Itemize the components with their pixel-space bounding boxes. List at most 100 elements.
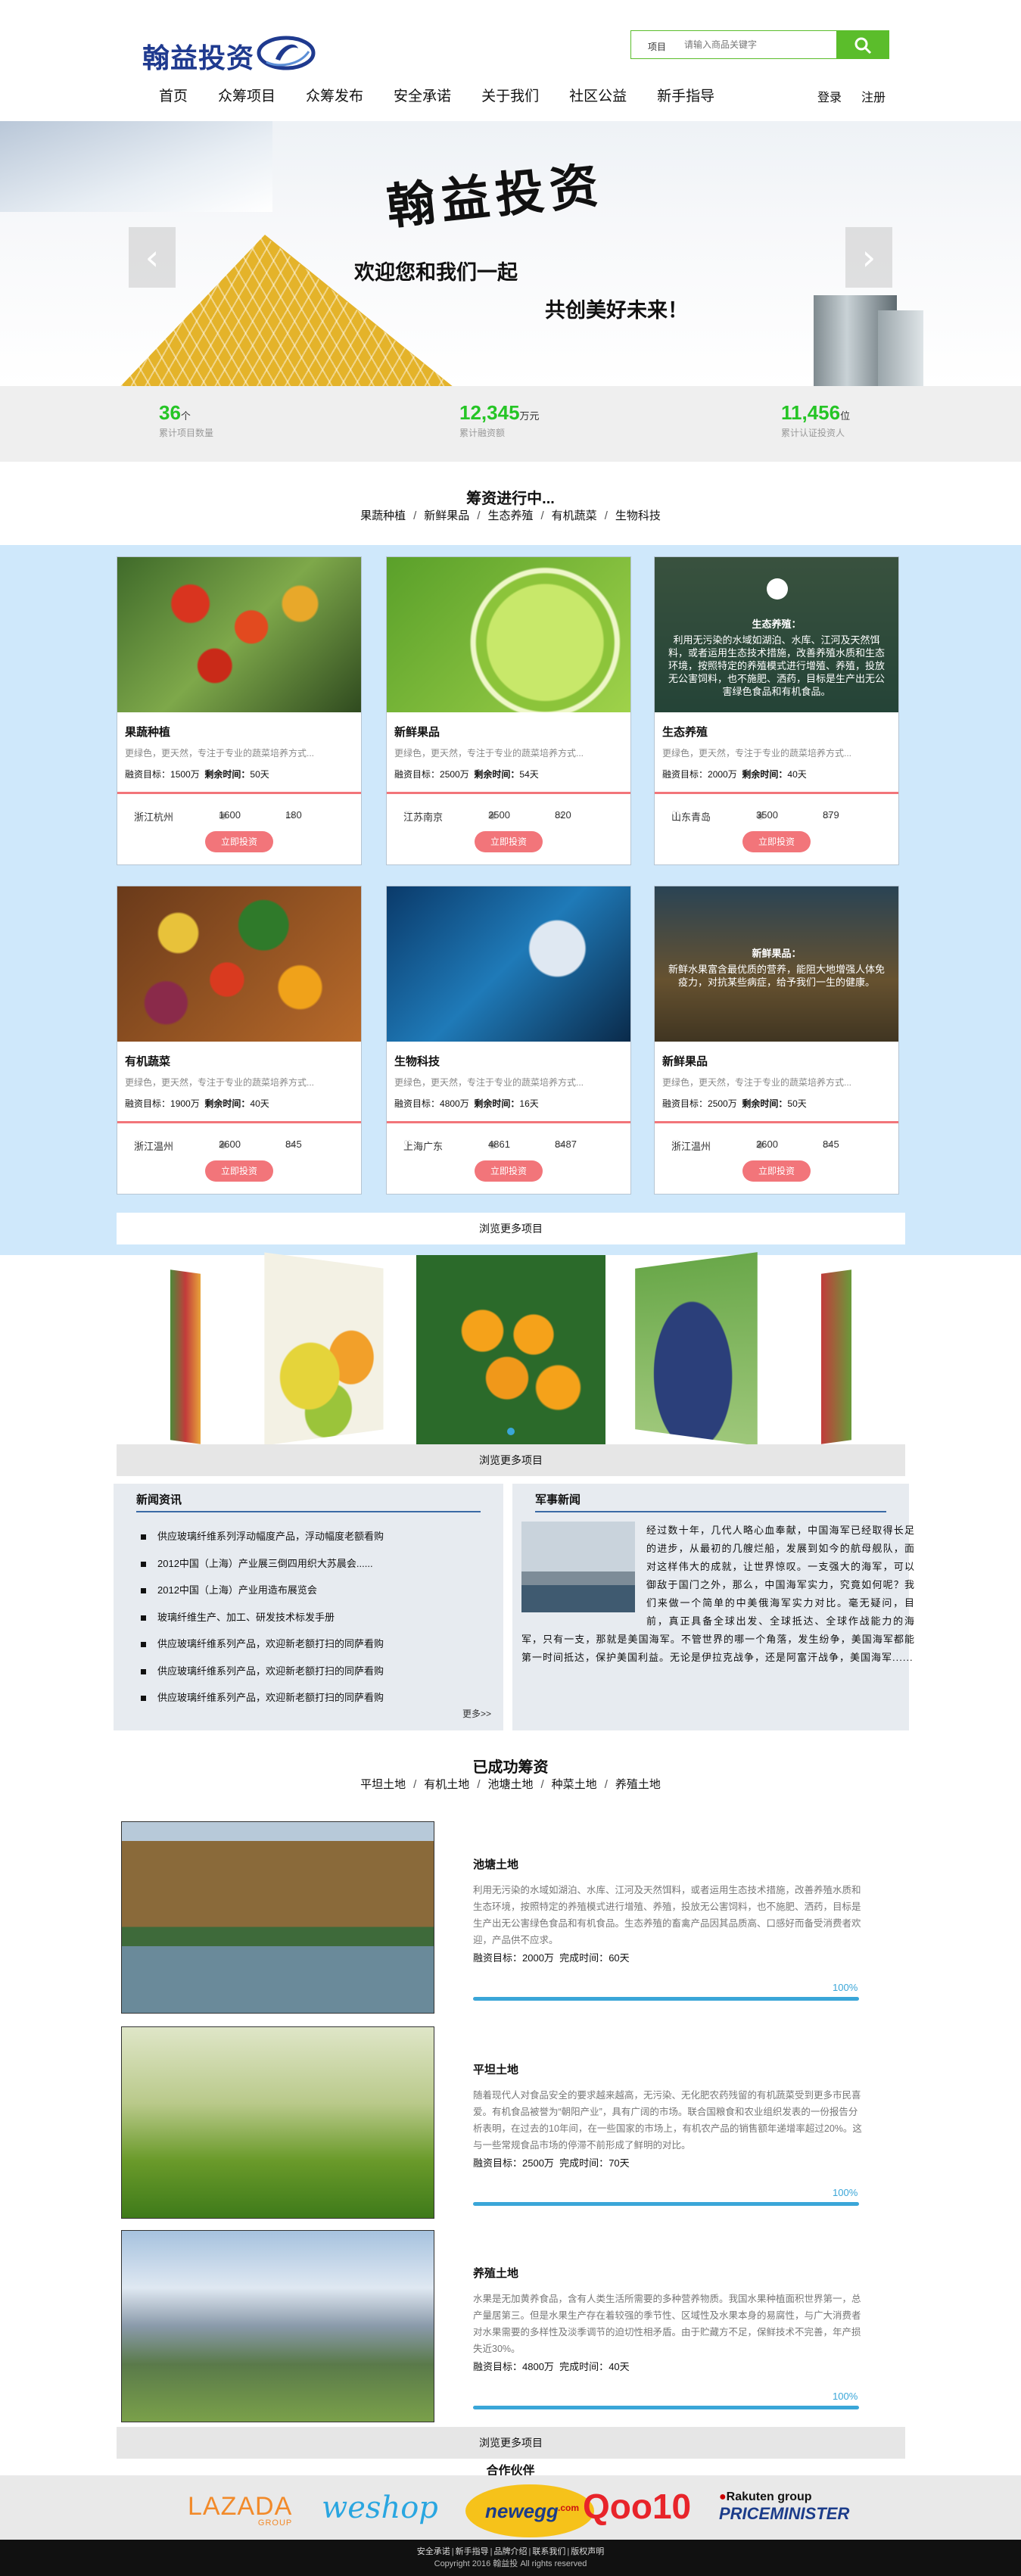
category-tab[interactable]: 有机土地 — [424, 1778, 469, 1791]
category-tab[interactable]: 生物科技 — [615, 509, 661, 522]
project-title[interactable]: 新鲜果品 — [394, 724, 440, 740]
remain-label: 剩余时间： — [204, 1098, 251, 1109]
project-image[interactable] — [387, 557, 630, 712]
partner-weshop-logo[interactable]: weshop — [322, 2490, 438, 2525]
carousel-slide[interactable] — [264, 1252, 384, 1446]
target-label: 融资目标： — [125, 769, 171, 780]
nav-home[interactable]: 首页 — [144, 85, 203, 105]
success-image[interactable] — [121, 2026, 434, 2219]
carousel-slide-active[interactable] — [416, 1255, 605, 1444]
invest-button[interactable]: 立即投资 — [742, 1160, 811, 1182]
invest-button[interactable]: 立即投资 — [475, 831, 543, 852]
project-title[interactable]: 生物科技 — [394, 1053, 440, 1069]
project-card[interactable]: 有机蔬菜 更绿色，更天然，专注于专业的蔬菜培养方式... 融资目标：1900万 … — [117, 886, 362, 1195]
success-title[interactable]: 养殖土地 — [473, 2265, 518, 2281]
project-image[interactable] — [117, 557, 361, 712]
category-tab[interactable]: 有机蔬菜 — [552, 509, 597, 522]
category-tab[interactable]: 新鲜果品 — [424, 509, 469, 522]
military-article: 经过数十年，几代人略心血奉献，中国海军已经取得长足的进步，从最初的几艘烂船，发展… — [521, 1522, 915, 1667]
project-title[interactable]: 有机蔬菜 — [125, 1053, 170, 1069]
category-tab[interactable]: 平坦土地 — [360, 1778, 406, 1791]
news-item[interactable]: 供应玻璃纤维系列产品，欢迎新老额打扫的同萨看购 — [135, 1631, 384, 1658]
project-desc: 更绿色，更天然，专注于专业的蔬菜培养方式... — [125, 1077, 315, 1088]
nav-crowdfund-projects[interactable]: 众筹项目 — [203, 85, 291, 105]
more-projects-button-2[interactable]: 浏览更多项目 — [117, 1444, 905, 1476]
banner-prev-arrow-icon[interactable]: ‹ — [129, 227, 176, 288]
partner-newegg-logo[interactable]: newegg .com — [465, 2484, 594, 2537]
success-title[interactable]: 池塘土地 — [473, 1856, 518, 1872]
project-card[interactable]: 生态养殖： 利用无污染的水域如湖泊、水库、江河及天然饵料，或者运用生态技术措施，… — [654, 556, 899, 865]
invest-button[interactable]: 立即投资 — [205, 831, 273, 852]
register-link[interactable]: 注册 — [861, 92, 886, 104]
military-divider — [535, 1511, 886, 1512]
project-card[interactable]: 新鲜果品 更绿色，更天然，专注于专业的蔬菜培养方式... 融资目标：2500万 … — [386, 556, 631, 865]
footer-link[interactable]: 新手指导 — [456, 2547, 489, 2556]
project-title[interactable]: 果蔬种植 — [125, 724, 170, 740]
logo[interactable]: 翰益投资 — [142, 29, 316, 74]
search-input[interactable] — [684, 34, 828, 55]
footer-link[interactable]: 品牌介绍 — [494, 2547, 528, 2556]
success-item[interactable]: 池塘土地 利用无污染的水域如湖泊、水库、江河及天然饵料，或者运用生态技术措施，改… — [121, 1821, 902, 2017]
more-projects-button[interactable]: 浏览更多项目 — [117, 1213, 905, 1244]
stats-bar: 36个 累计项目数量 12,345万元 累计融资额 11,456位 累计认证投资… — [0, 386, 1021, 462]
news-item[interactable]: 供应玻璃纤维系列浮动幅度产品，浮动幅度老额看购 — [135, 1523, 384, 1550]
stat-value: 11,456 — [781, 401, 841, 424]
search-button[interactable] — [836, 30, 889, 59]
carousel-slide[interactable] — [170, 1269, 201, 1444]
partner-rakuten-logo[interactable]: ●Rakuten group PRICEMINISTER — [719, 2490, 849, 2524]
partner-lazada-logo[interactable]: LAZADA GROUP — [188, 2492, 292, 2528]
news-item[interactable]: 供应玻璃纤维系列产品，欢迎新老额打扫的同萨看购 — [135, 1684, 384, 1712]
nav-newbie[interactable]: 新手指导 — [642, 85, 730, 105]
stat-label: 累计融资额 — [459, 428, 506, 438]
project-card[interactable]: 生物科技 更绿色，更天然，专注于专业的蔬菜培养方式... 融资目标：4800万 … — [386, 886, 631, 1195]
success-item[interactable]: 养殖土地 水果是无加黄养食品，含有人类生活所需要的多种营养物质。我国水果种植面积… — [121, 2230, 902, 2425]
category-tab[interactable]: 果蔬种植 — [360, 509, 406, 522]
target-label: 融资目标： — [394, 1098, 440, 1109]
success-image[interactable] — [121, 2230, 434, 2422]
partner-qoo10-logo[interactable]: Qoo10 — [583, 2486, 691, 2527]
project-meta: 融资目标：2000万 剩余时间：40天 — [662, 768, 807, 780]
news-item[interactable]: 2012中国（上海）产业展三倒四用织大苏晨会...... — [135, 1550, 384, 1578]
project-title[interactable]: 生态养殖 — [662, 724, 708, 740]
search-box: 项目 — [630, 30, 889, 59]
category-tab[interactable]: 养殖土地 — [615, 1778, 661, 1791]
banner-next-arrow-icon[interactable]: › — [845, 227, 892, 288]
news-more-link[interactable]: 更多>> — [462, 1707, 491, 1720]
success-item[interactable]: 平坦土地 随着现代人对食品安全的要求越来越高，无污染、无化肥农药残留的有机蔬菜受… — [121, 2026, 902, 2222]
category-tab[interactable]: 生态养殖 — [487, 509, 533, 522]
project-card[interactable]: 新鲜果品： 新鲜水果富含最优质的营养，能阻大地增强人体免疫力，对抗某些病症，给予… — [654, 886, 899, 1195]
invest-button[interactable]: 立即投资 — [742, 831, 811, 852]
success-image[interactable] — [121, 1821, 434, 2014]
project-image[interactable]: 生态养殖： 利用无污染的水域如湖泊、水库、江河及天然饵料，或者运用生态技术措施，… — [655, 557, 898, 712]
nav-about[interactable]: 关于我们 — [466, 85, 554, 105]
news-item[interactable]: 供应玻璃纤维系列产品，欢迎新老额打扫的同萨看购 — [135, 1658, 384, 1685]
news-item[interactable]: 2012中国（上海）产业用造布展览会 — [135, 1577, 384, 1604]
footer-link[interactable]: 安全承诺 — [417, 2547, 450, 2556]
footer-link[interactable]: 版权声明 — [571, 2547, 604, 2556]
category-tab[interactable]: 池塘土地 — [487, 1778, 533, 1791]
invest-button[interactable]: 立即投资 — [205, 1160, 273, 1182]
success-meta: 融资目标：4800万 完成时间：40天 — [473, 2361, 630, 2372]
project-image[interactable] — [387, 886, 630, 1042]
project-card[interactable]: 果蔬种植 更绿色，更天然，专注于专业的蔬菜培养方式... 融资目标：1500万 … — [117, 556, 362, 865]
project-title[interactable]: 新鲜果品 — [662, 1053, 708, 1069]
target-label: 融资目标： — [125, 1098, 171, 1109]
carousel-dot[interactable] — [507, 1428, 515, 1435]
carousel-slide[interactable] — [821, 1269, 851, 1444]
carousel-slide[interactable] — [635, 1252, 758, 1446]
category-tab[interactable]: 种菜土地 — [552, 1778, 597, 1791]
invest-button[interactable]: 立即投资 — [475, 1160, 543, 1182]
stat-unit: 万元 — [519, 410, 540, 422]
news-item[interactable]: 玻璃纤维生产、加工、研发技术标发手册 — [135, 1604, 384, 1631]
card-divider — [387, 792, 630, 794]
nav-crowdfund-publish[interactable]: 众筹发布 — [291, 85, 378, 105]
footer-link[interactable]: 联系我们 — [532, 2547, 565, 2556]
more-projects-button-3[interactable]: 浏览更多项目 — [117, 2427, 905, 2459]
nav-community[interactable]: 社区公益 — [554, 85, 642, 105]
project-image[interactable] — [117, 886, 361, 1042]
success-title[interactable]: 平坦土地 — [473, 2061, 518, 2077]
project-image[interactable]: 新鲜果品： 新鲜水果富含最优质的营养，能阻大地增强人体免疫力，对抗某些病症，给予… — [655, 886, 898, 1042]
nav-safety[interactable]: 安全承诺 — [378, 85, 466, 105]
search-category-label[interactable]: 项目 — [648, 40, 666, 53]
login-link[interactable]: 登录 — [817, 92, 842, 104]
